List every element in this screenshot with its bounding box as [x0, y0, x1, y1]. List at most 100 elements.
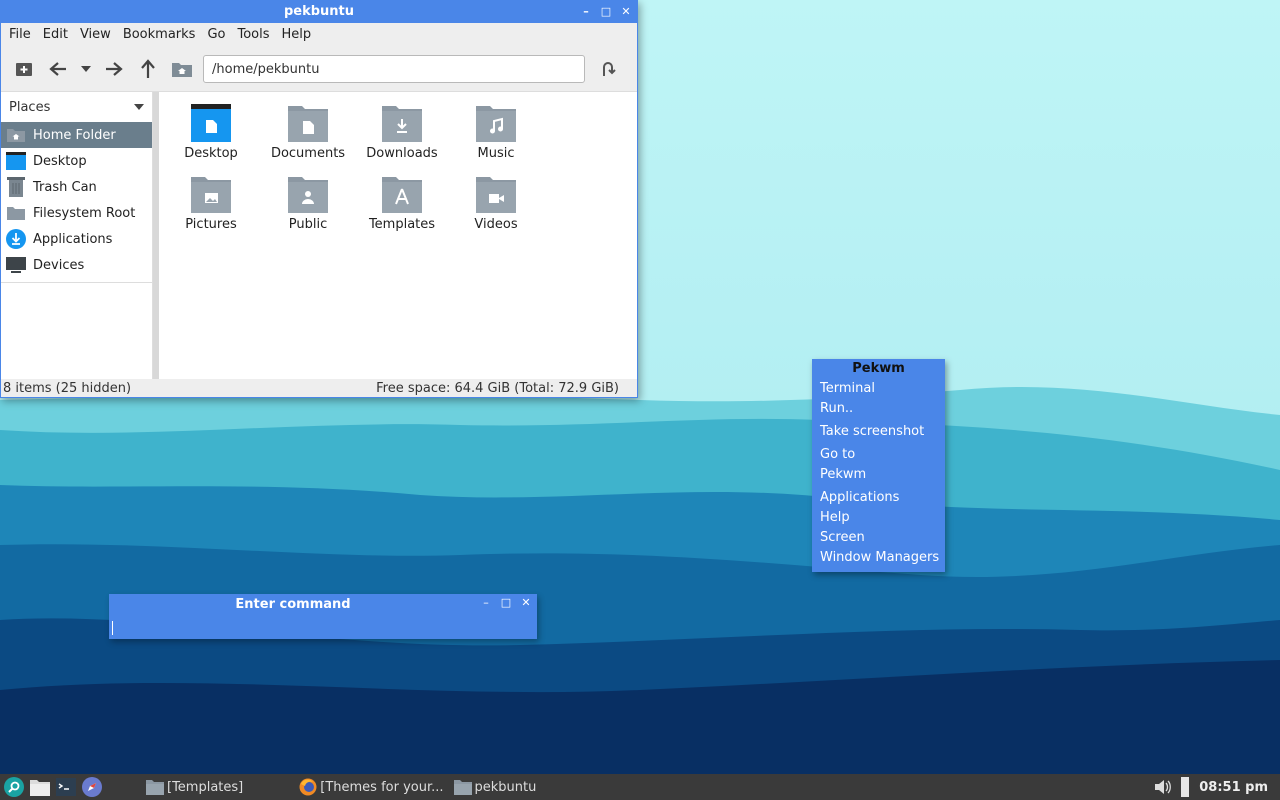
volume-icon: [1155, 780, 1172, 794]
arrow-left-icon: [49, 62, 66, 76]
back-button[interactable]: [41, 52, 75, 86]
menu-help[interactable]: Help: [276, 23, 318, 47]
grid-item-public[interactable]: Public: [263, 175, 353, 232]
status-bar: 8 items (25 hidden) Free space: 64.4 GiB…: [1, 379, 637, 397]
sidebar-divider: [1, 282, 152, 283]
command-dialog: Enter command – □ ✕: [109, 594, 541, 640]
grid-item-videos[interactable]: Videos: [451, 175, 541, 232]
drive-icon: [6, 203, 26, 223]
volume-level-bar[interactable]: [1181, 777, 1190, 797]
grid-item-downloads[interactable]: Downloads: [357, 104, 447, 161]
chevron-down-icon: [134, 104, 144, 110]
new-tab-button[interactable]: [7, 52, 41, 86]
minimize-button[interactable]: –: [479, 596, 493, 610]
maximize-button[interactable]: □: [499, 596, 513, 610]
devices-icon: [6, 255, 26, 275]
places-header[interactable]: Places: [1, 92, 152, 122]
home-folder-icon: [6, 125, 26, 145]
grid-item-label: Downloads: [366, 146, 438, 161]
videos-folder-icon: [476, 177, 516, 213]
menu-item-screen[interactable]: Screen: [820, 530, 865, 545]
task-label: [Templates]: [167, 779, 244, 795]
arrow-right-icon: [106, 62, 123, 76]
task-firefox[interactable]: [Themes for your...: [299, 774, 444, 800]
desktop-folder-icon: [191, 104, 231, 142]
grid-item-label: Public: [288, 217, 328, 232]
menu-item-pekwm[interactable]: Pekwm: [820, 467, 866, 482]
command-dialog-title: Enter command: [235, 597, 351, 612]
sidebar-item-home-folder[interactable]: Home Folder: [1, 122, 152, 148]
task-pekbuntu[interactable]: pekbuntu: [453, 774, 537, 800]
jump-button[interactable]: [591, 52, 625, 86]
menu-edit[interactable]: Edit: [37, 23, 74, 47]
menu-item-go-to[interactable]: Go to: [820, 447, 855, 462]
menu-view[interactable]: View: [74, 23, 117, 47]
menu-item-help[interactable]: Help: [820, 510, 850, 525]
compass-icon: [82, 777, 102, 797]
sidebar-splitter[interactable]: [153, 92, 159, 379]
menu-item-run[interactable]: Run..: [820, 401, 853, 416]
grid-item-music[interactable]: Music: [451, 104, 541, 161]
home-button[interactable]: [165, 52, 199, 86]
sidebar-item-label: Trash Can: [33, 179, 97, 195]
terminal-icon: [56, 778, 76, 796]
history-dropdown-button[interactable]: [75, 52, 97, 86]
music-folder-icon: [476, 106, 516, 142]
trash-icon: [6, 177, 26, 197]
task-templates[interactable]: [Templates]: [146, 774, 243, 800]
sidebar-item-filesystem-root[interactable]: Filesystem Root: [1, 200, 152, 226]
system-tray: 08:51 pm: [1149, 774, 1280, 800]
grid-item-desktop[interactable]: Desktop: [166, 104, 256, 161]
browser-launcher[interactable]: [80, 775, 104, 799]
window-titlebar[interactable]: pekbuntu – □ ✕: [1, 1, 637, 23]
address-bar[interactable]: [203, 55, 585, 83]
up-button[interactable]: [131, 52, 165, 86]
minimize-button[interactable]: –: [579, 5, 593, 19]
grid-item-documents[interactable]: Documents: [263, 104, 353, 161]
menu-item-applications[interactable]: Applications: [820, 490, 899, 505]
menu-go[interactable]: Go: [201, 23, 231, 47]
file-manager-launcher[interactable]: [28, 775, 52, 799]
task-label: pekbuntu: [474, 779, 537, 795]
terminal-launcher[interactable]: [54, 775, 78, 799]
menu-item-window-managers[interactable]: Window Managers: [820, 550, 939, 565]
grid-item-label: Videos: [474, 217, 518, 232]
reload-icon: [603, 62, 616, 76]
home-folder-icon: [172, 63, 192, 77]
file-grid: Desktop Documents Downloads Music Pictur…: [160, 92, 637, 379]
menu-title: Pekwm: [852, 361, 905, 376]
places-label: Places: [9, 99, 51, 115]
grid-item-pictures[interactable]: Pictures: [166, 175, 256, 232]
grid-item-label: Templates: [368, 217, 436, 232]
clock[interactable]: 08:51 pm: [1199, 780, 1268, 795]
sidebar-item-devices[interactable]: Devices: [1, 252, 152, 278]
volume-button[interactable]: [1151, 775, 1175, 799]
new-tab-icon: [16, 63, 32, 76]
menu-tools[interactable]: Tools: [231, 23, 275, 47]
menu-item-take-screenshot[interactable]: Take screenshot: [820, 424, 924, 439]
menu-item-terminal[interactable]: Terminal: [820, 381, 875, 396]
close-button[interactable]: ✕: [519, 596, 533, 610]
search-icon: [4, 777, 24, 797]
sidebar-item-applications[interactable]: Applications: [1, 226, 152, 252]
app-search-launcher[interactable]: [2, 775, 26, 799]
close-button[interactable]: ✕: [619, 5, 633, 19]
command-input[interactable]: [109, 616, 541, 640]
toolbar: [1, 47, 637, 92]
maximize-button[interactable]: □: [599, 5, 613, 19]
text-cursor: [112, 621, 113, 635]
forward-button[interactable]: [97, 52, 131, 86]
grid-item-label: Music: [477, 146, 515, 161]
sidebar-item-trash-can[interactable]: Trash Can: [1, 174, 152, 200]
menu-file[interactable]: File: [3, 23, 37, 47]
places-sidebar: Places Home Folder Desktop Trash Can Fil…: [1, 92, 153, 379]
menu-bookmarks[interactable]: Bookmarks: [117, 23, 202, 47]
sidebar-item-desktop[interactable]: Desktop: [1, 148, 152, 174]
grid-item-templates[interactable]: Templates: [357, 175, 447, 232]
pekwm-root-menu: Pekwm Terminal Run.. Take screenshot Go …: [812, 359, 945, 572]
grid-item-label: Pictures: [185, 217, 237, 232]
sidebar-item-label: Applications: [33, 231, 113, 247]
task-label: [Themes for your...: [320, 779, 444, 795]
sidebar-item-label: Devices: [33, 257, 85, 273]
grid-item-label: Documents: [270, 146, 346, 161]
